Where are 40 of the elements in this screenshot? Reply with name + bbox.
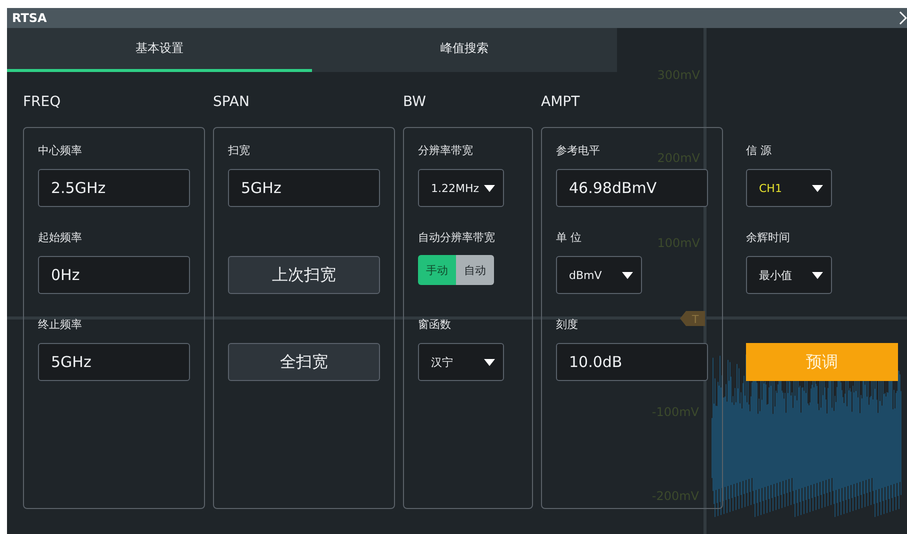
field-label: 起始频率 [38, 231, 82, 244]
mode-option[interactable]: 手动 [418, 255, 456, 285]
field-label: 参考电平 [556, 144, 600, 157]
caret-icon [812, 184, 823, 192]
field-label: 刻度 [556, 318, 578, 331]
close-icon[interactable] [899, 11, 907, 25]
field-label: 信 源 [746, 144, 772, 157]
input-field[interactable]: 2.5GHz [38, 169, 190, 207]
field-label: 自动分辨率带宽 [418, 231, 495, 244]
caret-icon [622, 272, 633, 278]
dropdown[interactable]: 1.22MHz [418, 169, 504, 207]
window-title: RTSA [12, 11, 47, 25]
section-title: AMPT [541, 94, 580, 110]
field-label: 余辉时间 [746, 231, 790, 244]
input-field[interactable]: 5GHz [228, 169, 380, 207]
dropdown[interactable]: CH1 [746, 169, 832, 207]
action-button[interactable]: 全扫宽 [228, 343, 380, 381]
section-title: SPAN [213, 94, 250, 110]
field-label: 终止频率 [38, 318, 82, 331]
tab[interactable]: 峰值搜索 [312, 28, 617, 72]
field-label: 中心频率 [38, 144, 82, 157]
input-field[interactable]: 10.0dB [556, 343, 708, 381]
mode-option[interactable]: 自动 [456, 255, 494, 285]
input-field[interactable]: 46.98dBmV [556, 169, 708, 207]
field-label: 窗函数 [418, 318, 451, 331]
dropdown[interactable]: 汉宁 [418, 343, 504, 381]
tab[interactable]: 基本设置 [7, 28, 312, 72]
input-field[interactable]: 5GHz [38, 343, 190, 381]
action-button[interactable]: 上次扫宽 [228, 256, 380, 294]
field-label: 分辨率带宽 [418, 144, 473, 157]
dropdown[interactable]: dBmV [556, 256, 642, 294]
caret-icon [812, 272, 823, 278]
caret-icon [484, 184, 495, 192]
field-label: 扫宽 [228, 144, 250, 157]
field-label: 单 位 [556, 231, 582, 244]
section-title: BW [403, 94, 426, 110]
input-field[interactable]: 0Hz [38, 256, 190, 294]
section-title: FREQ [23, 94, 61, 110]
dropdown[interactable]: 最小值 [746, 256, 832, 294]
caret-icon [484, 358, 495, 366]
